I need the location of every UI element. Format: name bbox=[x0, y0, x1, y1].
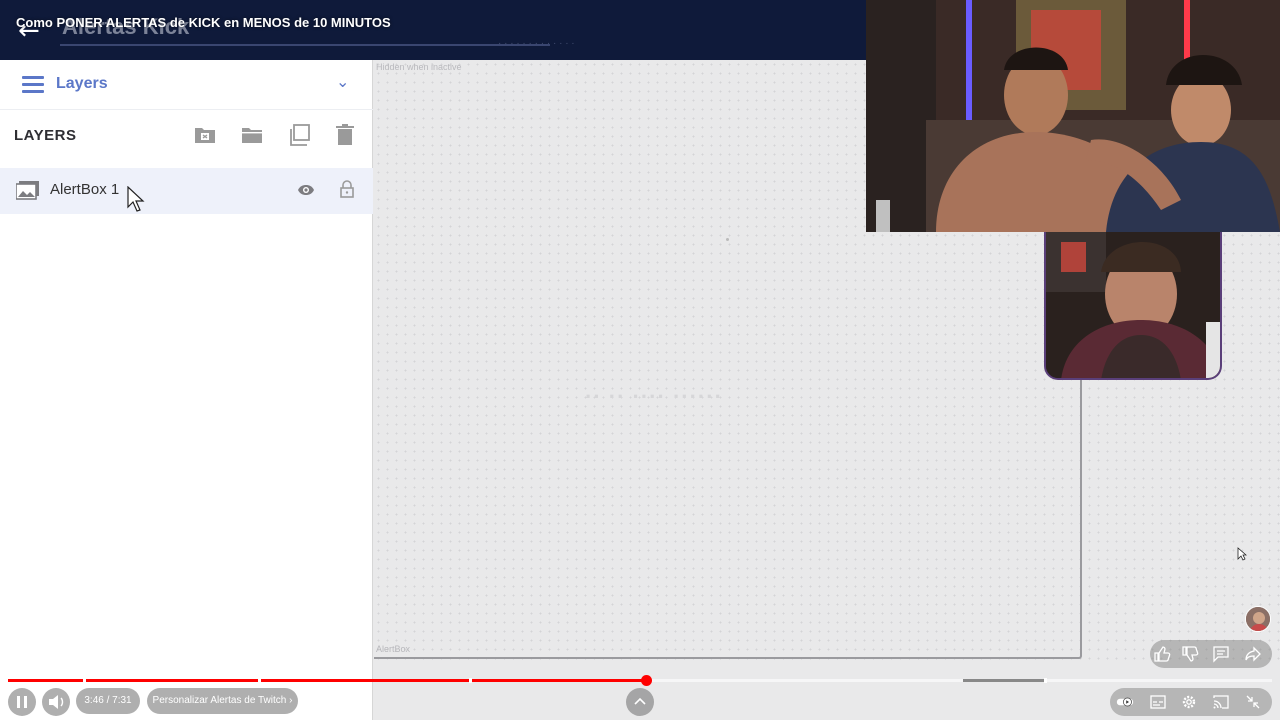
hamburger-icon[interactable] bbox=[22, 76, 44, 94]
chapter-button[interactable]: Personalizar Alertas de Twitch › bbox=[147, 688, 298, 714]
title-underline bbox=[60, 44, 550, 46]
canvas-center-marker bbox=[726, 238, 729, 241]
cast-icon[interactable] bbox=[1212, 693, 1230, 711]
dislike-icon[interactable] bbox=[1181, 645, 1199, 663]
volume-button[interactable] bbox=[42, 688, 70, 716]
alertbox-canvas-label: AlertBox bbox=[376, 644, 411, 654]
chapter-marker bbox=[1044, 678, 1047, 683]
folder-icon[interactable] bbox=[240, 123, 264, 147]
share-icon[interactable] bbox=[1244, 645, 1262, 663]
panel-header[interactable]: Layers ⌄ bbox=[0, 60, 373, 110]
panel-header-label: Layers bbox=[56, 75, 108, 92]
hidden-note: Hidden when inactive bbox=[376, 62, 462, 72]
app-top-bar: ← Alertas Kick · · · · · · · · · · · · · bbox=[0, 0, 866, 60]
lock-icon[interactable] bbox=[340, 180, 354, 198]
duplicate-icon[interactable] bbox=[287, 123, 311, 147]
autoplay-toggle-icon[interactable] bbox=[1116, 693, 1138, 711]
time-display: 3:46 / 7:31 bbox=[76, 688, 140, 714]
scrubber-handle[interactable] bbox=[641, 675, 652, 686]
pause-button[interactable] bbox=[8, 688, 36, 716]
exit-fullscreen-icon[interactable] bbox=[1244, 693, 1262, 711]
image-icon bbox=[15, 180, 40, 200]
layer-name[interactable]: AlertBox 1 bbox=[50, 181, 119, 198]
chapter-marker bbox=[469, 678, 472, 683]
add-folder-icon[interactable] bbox=[193, 123, 217, 147]
like-icon[interactable] bbox=[1153, 645, 1171, 663]
layer-row[interactable]: AlertBox 1 bbox=[0, 168, 373, 214]
topbar-ghost-text: · · · · · · · · · · · · · bbox=[498, 38, 575, 49]
mouse-cursor-icon bbox=[127, 185, 145, 212]
alertbox-frame[interactable] bbox=[374, 375, 1082, 659]
progress-buffered bbox=[963, 679, 1045, 682]
webcam-main bbox=[866, 0, 1280, 232]
subtitles-icon[interactable] bbox=[1149, 693, 1167, 711]
chapter-label: Personalizar Alertas de Twitch bbox=[152, 695, 287, 706]
chapter-marker bbox=[258, 678, 261, 683]
more-videos-button[interactable] bbox=[626, 688, 654, 716]
pointer-cursor-icon bbox=[1237, 547, 1248, 561]
layers-title: LAYERS bbox=[14, 127, 77, 144]
eye-icon[interactable] bbox=[297, 182, 315, 198]
webcam-secondary bbox=[1044, 232, 1222, 380]
chevron-down-icon[interactable]: ⌄ bbox=[336, 72, 349, 91]
video-title[interactable]: Como PONER ALERTAS de KICK en MENOS de 1… bbox=[16, 15, 391, 30]
progress-played bbox=[8, 679, 646, 682]
chapter-marker bbox=[83, 678, 86, 683]
trash-icon[interactable] bbox=[333, 123, 357, 147]
layers-panel: Layers ⌄ LAYERS AlertBox 1 bbox=[0, 60, 373, 720]
comments-icon[interactable] bbox=[1212, 645, 1230, 663]
settings-gear-icon[interactable] bbox=[1180, 693, 1198, 711]
channel-avatar[interactable] bbox=[1245, 606, 1271, 632]
chevron-right-icon: › bbox=[289, 695, 293, 706]
